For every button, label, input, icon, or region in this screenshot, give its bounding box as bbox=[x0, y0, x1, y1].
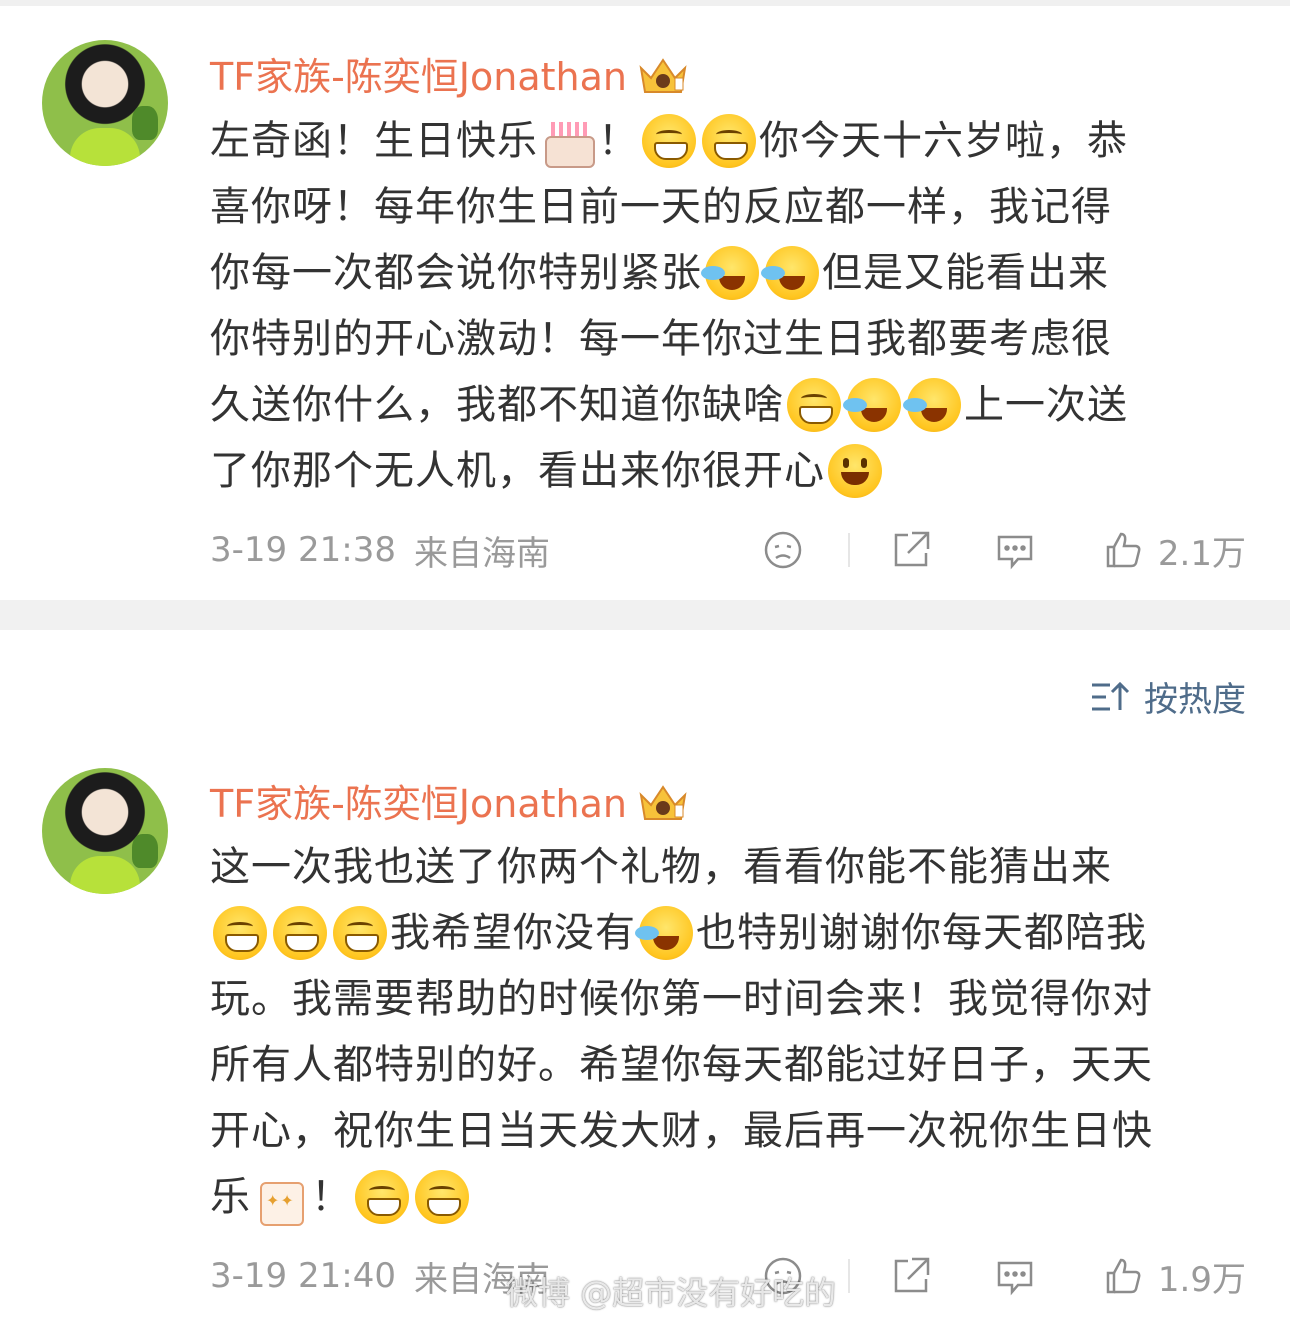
text-segment: 喜你呀！每年你生日前一天的反应都一样，我记得 bbox=[210, 184, 1112, 230]
comment-meta: 3-19 21:38 来自海南 2.1万 bbox=[210, 520, 1246, 580]
text-segment: 了你那个无人机，看出来你很开心 bbox=[210, 448, 825, 494]
avatar[interactable] bbox=[42, 40, 168, 166]
grin-emoji-icon bbox=[415, 1170, 469, 1224]
text-segment: 左奇函！生日快乐 bbox=[210, 118, 538, 164]
cry-emoji-icon bbox=[761, 246, 819, 300]
comment-line: 我希望你没有 也特别谢谢你每天都陪我 bbox=[210, 900, 1250, 966]
text-segment: 也特别谢谢你每天都陪我 bbox=[696, 910, 1147, 956]
comment-line: 喜你呀！每年你生日前一天的反应都一样，我记得 bbox=[210, 174, 1250, 240]
comment-line: 了你那个无人机，看出来你很开心 bbox=[210, 438, 1250, 504]
text-segment: 开心，祝你生日当天发大财，最后再一次祝你生日快 bbox=[210, 1108, 1153, 1154]
share-icon[interactable] bbox=[890, 529, 932, 571]
grin-emoji-icon bbox=[213, 906, 267, 960]
comment-line: 乐！ bbox=[210, 1164, 1250, 1234]
location: 来自海南 bbox=[413, 533, 550, 574]
comment-line: 所有人都特别的好。希望你每天都能过好日子，天天 bbox=[210, 1032, 1250, 1098]
like-count: 2.1万 bbox=[1157, 533, 1246, 574]
sort-icon bbox=[1092, 681, 1130, 710]
grin-emoji-icon bbox=[273, 906, 327, 960]
comment-line: 这一次我也送了你两个礼物，看看你能不能猜出来 bbox=[210, 834, 1250, 900]
grin-emoji-icon bbox=[642, 114, 696, 168]
smile-emoji-icon bbox=[828, 444, 882, 498]
text-segment: 上一次送 bbox=[964, 382, 1128, 428]
action-separator bbox=[847, 1259, 850, 1293]
party-emoji-icon bbox=[254, 1168, 308, 1234]
cake-emoji-icon bbox=[541, 114, 595, 168]
comment-line: 你每一次都会说你特别紧张 但是又能看出来 bbox=[210, 240, 1250, 306]
like-icon[interactable] bbox=[1102, 1255, 1144, 1297]
grin-emoji-icon bbox=[702, 114, 756, 168]
dislike-icon[interactable] bbox=[762, 529, 804, 571]
comment-line: 久送你什么，我都不知道你缺啥 上一次送 bbox=[210, 372, 1250, 438]
crown-badge-icon bbox=[637, 781, 689, 821]
author-name[interactable]: TF家族-陈奕恒Jonathan bbox=[210, 773, 627, 828]
crown-badge-icon bbox=[637, 54, 689, 94]
text-segment: 玩。我需要帮助的时候你第一时间会来！我觉得你对 bbox=[210, 976, 1153, 1022]
avatar[interactable] bbox=[42, 768, 168, 894]
text-segment: 所有人都特别的好。希望你每天都能过好日子，天天 bbox=[210, 1042, 1153, 1088]
sort-label: 按热度 bbox=[1144, 680, 1246, 720]
text-segment: 这一次我也送了你两个礼物，看看你能不能猜出来 bbox=[210, 844, 1112, 890]
author-name[interactable]: TF家族-陈奕恒Jonathan bbox=[210, 46, 627, 101]
comment-icon[interactable] bbox=[994, 529, 1036, 571]
comment-line: 左奇函！生日快乐 ！ 你今天十六岁啦，恭 bbox=[210, 108, 1250, 174]
grin-emoji-icon bbox=[355, 1170, 409, 1224]
cry-emoji-icon bbox=[903, 378, 961, 432]
text-segment: 久送你什么，我都不知道你缺啥 bbox=[210, 382, 784, 428]
text-segment: ！ bbox=[598, 118, 639, 164]
comment-text: 这一次我也送了你两个礼物，看看你能不能猜出来我希望你没有 也特别谢谢你每天都陪我玩… bbox=[210, 834, 1250, 1234]
cry-emoji-icon bbox=[843, 378, 901, 432]
timestamp: 3-19 21:40 bbox=[210, 1256, 396, 1296]
text-segment: 你每一次都会说你特别紧张 bbox=[210, 250, 702, 296]
timestamp: 3-19 21:38 bbox=[210, 530, 396, 570]
sort-button[interactable]: 按热度 bbox=[1090, 672, 1246, 721]
comment-line: 玩。我需要帮助的时候你第一时间会来！我觉得你对 bbox=[210, 966, 1250, 1032]
watermark: 微博 @超市没有好吃的 bbox=[506, 1274, 837, 1312]
cry-emoji-icon bbox=[701, 246, 759, 300]
cry-emoji-icon bbox=[635, 906, 693, 960]
grin-emoji-icon bbox=[787, 378, 841, 432]
like-icon[interactable] bbox=[1102, 529, 1144, 571]
share-icon[interactable] bbox=[890, 1255, 932, 1297]
text-segment: 但是又能看出来 bbox=[822, 250, 1109, 296]
grin-emoji-icon bbox=[333, 906, 387, 960]
section-divider bbox=[0, 600, 1290, 630]
top-divider bbox=[0, 0, 1290, 6]
like-count: 1.9万 bbox=[1157, 1259, 1246, 1300]
comment-icon[interactable] bbox=[994, 1255, 1036, 1297]
text-segment: 我希望你没有 bbox=[390, 910, 636, 956]
text-segment: 乐 bbox=[210, 1174, 251, 1220]
comment-text: 左奇函！生日快乐 ！ 你今天十六岁啦，恭喜你呀！每年你生日前一天的反应都一样，我记得… bbox=[210, 108, 1250, 504]
comment-line: 开心，祝你生日当天发大财，最后再一次祝你生日快 bbox=[210, 1098, 1250, 1164]
text-segment: ！ bbox=[311, 1174, 352, 1220]
text-segment: 你特别的开心激动！每一年你过生日我都要考虑很 bbox=[210, 316, 1112, 362]
action-separator bbox=[847, 533, 850, 567]
comment-line: 你特别的开心激动！每一年你过生日我都要考虑很 bbox=[210, 306, 1250, 372]
text-segment: 你今天十六岁啦，恭 bbox=[759, 118, 1128, 164]
